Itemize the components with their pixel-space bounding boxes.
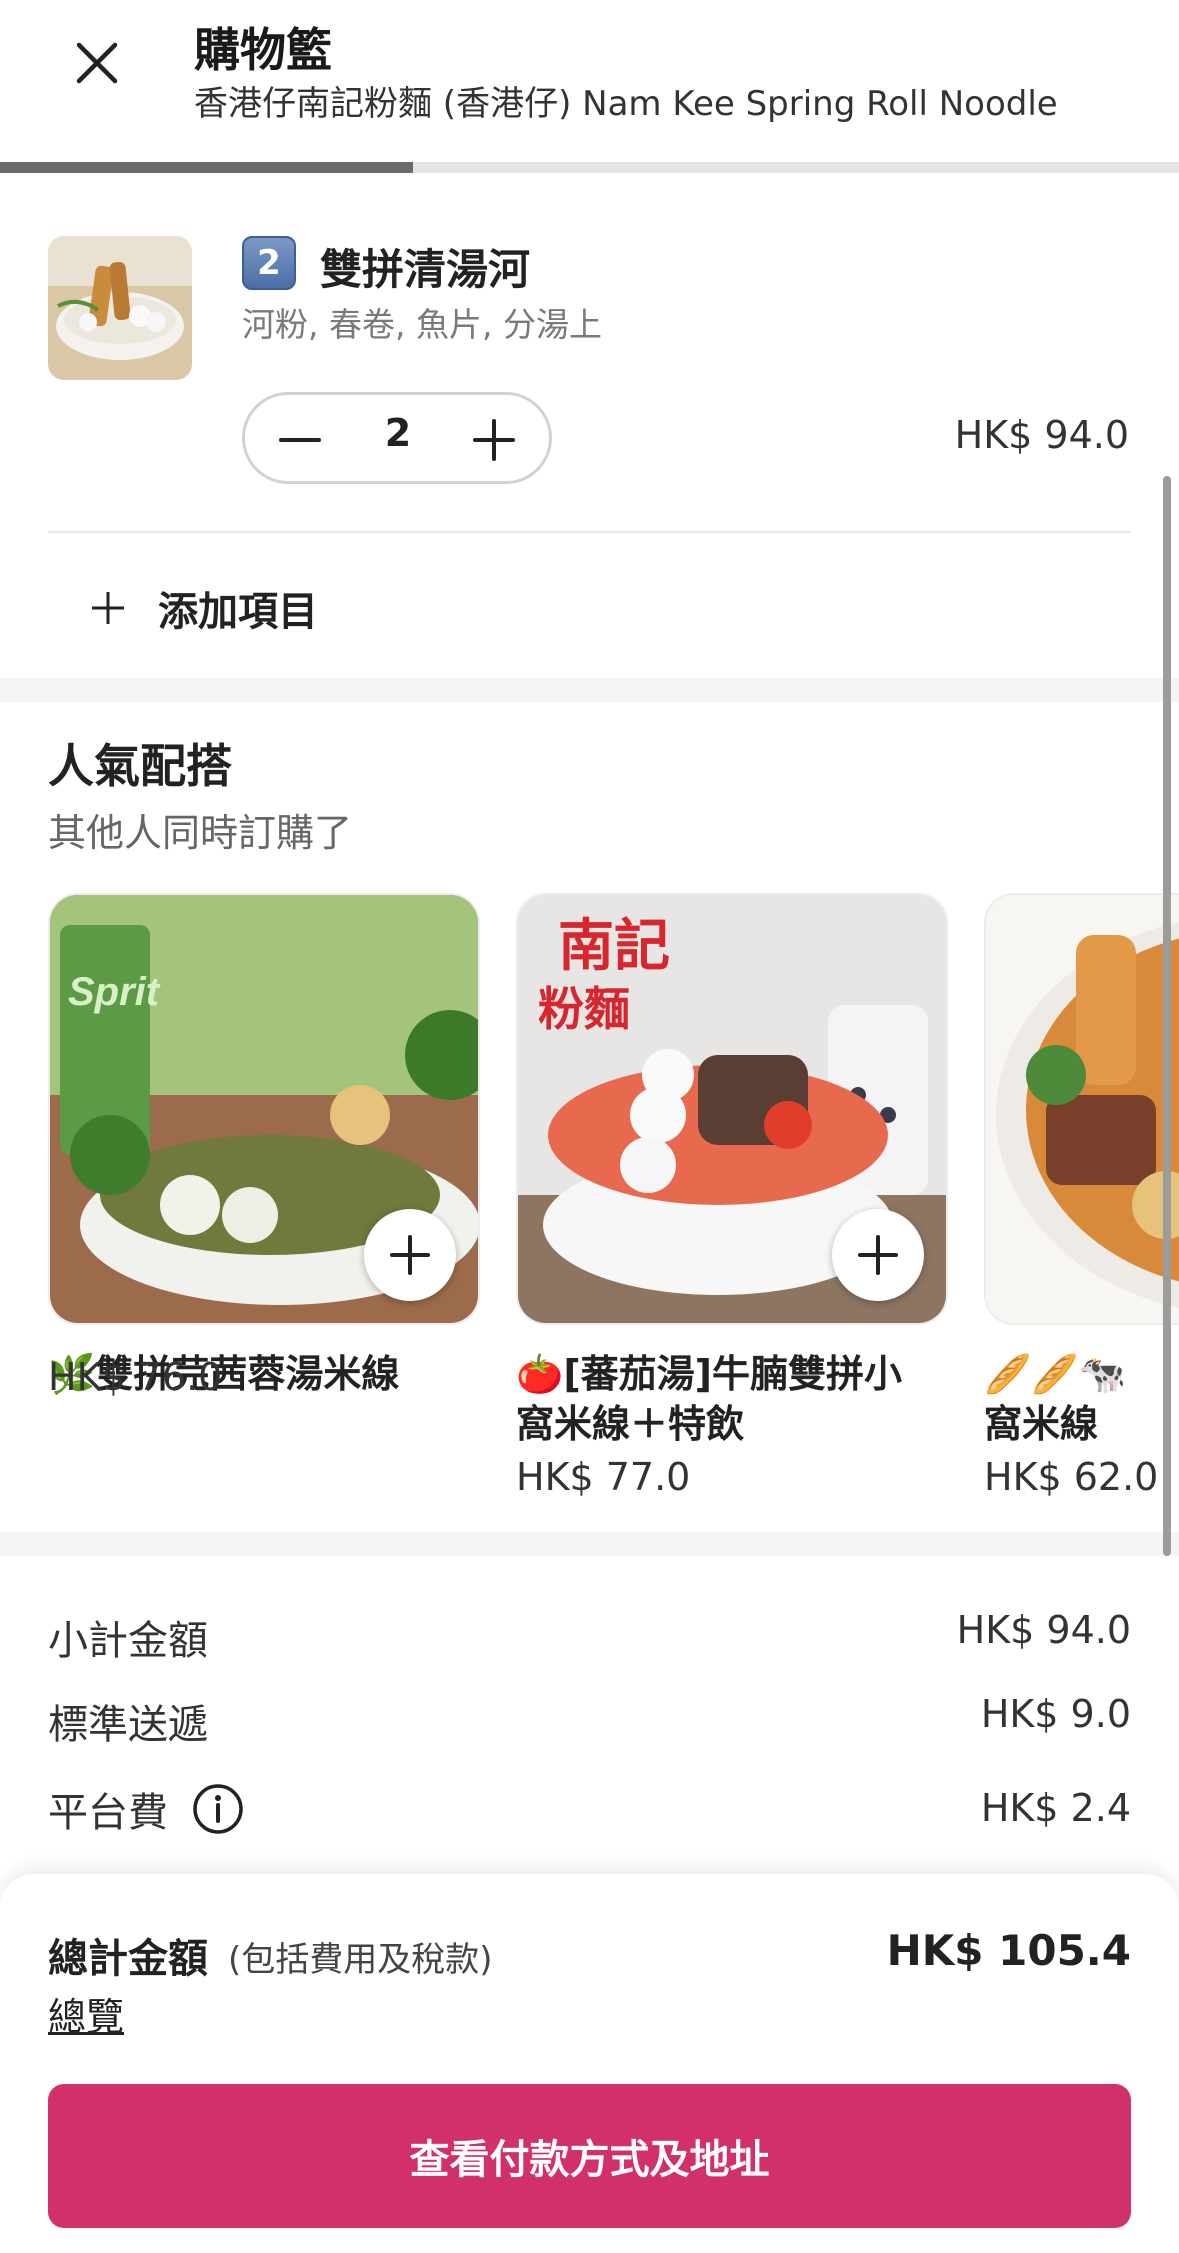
- add-item-button[interactable]: 添加項目: [88, 578, 318, 638]
- svg-text:南記: 南記: [558, 914, 670, 979]
- svg-text:粉麵: 粉麵: [538, 982, 630, 1036]
- header: 購物籃 香港仔南記粉麵 (香港仔) Nam Kee Spring Roll No…: [0, 0, 1179, 162]
- add-recommendation-button[interactable]: [364, 1209, 456, 1301]
- section-separator: [0, 1532, 1179, 1556]
- quantity-value: 2: [384, 411, 412, 455]
- recommendation-card[interactable]: Sprit 🌿雙拼芫茜蓉湯米線 HK$ 76.0: [48, 893, 480, 1399]
- recommendation-price: HK$ 77.0: [516, 1455, 691, 1499]
- progress-fill: [0, 162, 413, 173]
- divider: [48, 531, 1131, 533]
- recommendations-title: 人氣配搭: [48, 739, 232, 793]
- restaurant-name: 香港仔南記粉麵 (香港仔) Nam Kee Spring Roll Noodle: [194, 84, 1058, 124]
- add-recommendation-button[interactable]: [832, 1209, 924, 1301]
- recommendation-image: 南記 粉麵: [516, 893, 948, 1325]
- plus-icon: [390, 1235, 430, 1275]
- minus-icon: [279, 438, 321, 442]
- overview-link[interactable]: 總覽: [48, 1986, 124, 2041]
- platform-fee-value: HK$ 2.4: [980, 1786, 1131, 1830]
- platform-fee-label: 平台費: [48, 1790, 168, 1836]
- recommendation-name: 窩米線: [984, 1402, 1099, 1446]
- recommendation-card[interactable]: 南記 粉麵 🍅[蕃茄湯]牛腩雙拼小 窩米線＋特飲 HK$ 77.0: [516, 893, 948, 1499]
- recommendation-name: 🥖🥖🐄: [984, 1352, 1126, 1396]
- total-note: (包括費用及稅款): [228, 1940, 493, 1980]
- item-name: 雙拼清湯河: [320, 245, 531, 294]
- recommendation-price: HK$ 62.0: [984, 1455, 1159, 1499]
- item-description: 河粉, 春卷, 魚片, 分湯上: [242, 305, 602, 344]
- close-icon: [76, 42, 118, 84]
- subtotal-value: HK$ 94.0: [956, 1608, 1131, 1652]
- info-icon[interactable]: [192, 1783, 244, 1835]
- quantity-badge: 2: [242, 236, 296, 290]
- checkout-button[interactable]: 查看付款方式及地址: [48, 2084, 1131, 2228]
- order-summary-sheet: 總計金額 (包括費用及稅款) HK$ 105.4 總覽 查看付款方式及地址: [0, 1874, 1179, 2253]
- cart-item-image: [48, 236, 192, 380]
- decrease-button[interactable]: [275, 415, 325, 465]
- delivery-fee-row: 標準送遞 HK$ 9.0: [48, 1692, 1131, 1752]
- add-item-label: 添加項目: [158, 589, 318, 635]
- recommendation-name: 🍅[蕃茄湯]牛腩雙拼小: [516, 1352, 903, 1396]
- progress-bar: [0, 162, 1179, 173]
- platform-fee-row: 平台費 HK$ 2.4: [48, 1780, 1131, 1840]
- page-title: 購物籃: [194, 23, 332, 77]
- delivery-label: 標準送遞: [48, 1702, 208, 1748]
- plus-icon: [92, 592, 124, 624]
- plus-icon: [473, 419, 515, 461]
- recommendations-subtitle: 其他人同時訂購了: [48, 811, 353, 855]
- close-button[interactable]: [62, 28, 132, 98]
- total-value: HK$ 105.4: [886, 1926, 1131, 1975]
- recommendation-image: [984, 893, 1179, 1325]
- plus-icon: [858, 1235, 898, 1275]
- subtotal-label: 小計金額: [48, 1618, 208, 1664]
- delivery-value: HK$ 9.0: [980, 1692, 1131, 1736]
- total-label: 總計金額: [48, 1936, 208, 1982]
- item-price: HK$ 94.0: [954, 413, 1129, 457]
- section-separator: [0, 678, 1179, 702]
- platform-fee-label-group: 平台費: [48, 1780, 244, 1838]
- quantity-stepper: 2: [242, 392, 552, 484]
- recommendation-card[interactable]: 🥖🥖🐄 窩米線 HK$ 62.0: [984, 893, 1179, 1499]
- recommendations-carousel[interactable]: Sprit 🌿雙拼芫茜蓉湯米線 HK$ 76.0 南記 粉麵 🍅[蕃茄湯]牛腩雙…: [0, 893, 1179, 1523]
- recommendation-name: 窩米線＋特飲: [516, 1402, 745, 1446]
- scrollbar[interactable]: [1163, 476, 1171, 1556]
- subtotal-row: 小計金額 HK$ 94.0: [48, 1608, 1131, 1668]
- increase-button[interactable]: [469, 415, 519, 465]
- svg-text:Sprit: Sprit: [68, 970, 161, 1014]
- recommendation-image: Sprit: [48, 893, 480, 1325]
